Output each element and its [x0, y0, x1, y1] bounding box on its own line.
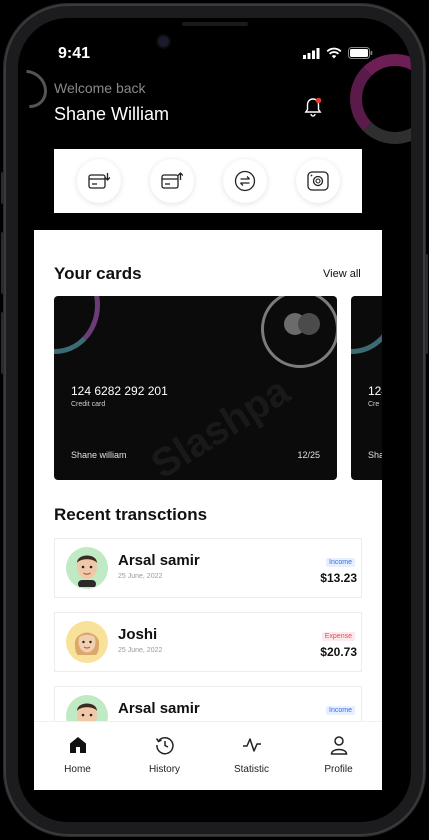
nav-home[interactable]: Home	[43, 734, 113, 775]
battery-icon	[348, 47, 373, 59]
phone-frame: 9:41 Welcome back Shane William Your car…	[4, 4, 425, 836]
notification-bell-icon[interactable]	[302, 96, 324, 118]
status-badge: Income	[326, 706, 355, 715]
avatar-memoji-icon	[74, 631, 100, 655]
profile-icon	[330, 736, 347, 755]
transaction-item[interactable]: Arsal samir 25 June, 2022 Income $13.23	[54, 538, 362, 598]
transfer-icon	[234, 170, 255, 192]
wifi-icon	[326, 47, 342, 59]
nav-label-statistic: Statistic	[233, 764, 269, 775]
nav-label-history: History	[148, 764, 181, 775]
status-icons	[303, 47, 373, 59]
bottom-nav: Home History Statistic Profile	[34, 721, 382, 787]
speaker	[182, 22, 248, 26]
transaction-name: Arsal samir	[118, 552, 200, 569]
avatar	[66, 621, 108, 663]
card-type: Credit card	[71, 401, 106, 408]
content-sheet: Your cards View all Slashpa 124 6282 292…	[34, 230, 382, 790]
avatar	[66, 547, 108, 589]
statistic-icon	[242, 738, 261, 752]
transaction-item[interactable]: Joshi 25 June, 2022 Expense $20.73	[54, 612, 362, 672]
welcome-text: Welcome back	[54, 80, 146, 96]
home-icon	[69, 737, 86, 753]
status-badge: Expense	[321, 632, 355, 641]
status-time: 9:41	[58, 45, 91, 62]
transactions-section-title: Recent transctions	[54, 505, 208, 524]
nav-label-home: Home	[64, 764, 91, 775]
status-badge: Income	[326, 558, 355, 567]
scan-button[interactable]	[295, 159, 340, 203]
credit-card-next[interactable]: 124 Cre Sha	[351, 296, 382, 480]
transaction-name: Arsal samir	[118, 700, 200, 717]
transaction-amount: $13.23	[320, 571, 357, 585]
card-number: 124 6282 292 201	[71, 384, 168, 398]
view-all-link[interactable]: View all	[323, 268, 361, 280]
transfer-button[interactable]	[222, 159, 267, 203]
cards-section-title: Your cards	[54, 264, 142, 283]
transaction-name: Joshi	[118, 626, 158, 643]
avatar-memoji-icon	[77, 555, 97, 587]
card-holder: Sha	[368, 450, 382, 460]
quick-actions	[54, 149, 362, 213]
card-holder: Shane william	[71, 450, 127, 460]
user-name: Shane William	[54, 104, 170, 124]
card-number: 124	[368, 384, 382, 398]
card-receive-icon	[87, 173, 110, 189]
card-send-icon	[160, 172, 183, 189]
nav-history[interactable]: History	[130, 734, 200, 775]
decorative-arc-left	[18, 62, 55, 116]
card-decorative-arc	[351, 296, 382, 354]
nav-label-profile: Profile	[324, 764, 353, 775]
nav-statistic[interactable]: Statistic	[217, 734, 287, 775]
transaction-date: 25 June, 2022	[118, 647, 163, 654]
camera-scan-icon	[306, 171, 329, 191]
transaction-amount: $20.73	[320, 645, 357, 659]
nav-profile[interactable]: Profile	[304, 734, 374, 775]
card-decorative-arc	[54, 296, 100, 354]
card-expiry: 12/25	[297, 450, 320, 460]
receive-money-button[interactable]	[76, 159, 121, 203]
screen: 9:41 Welcome back Shane William Your car…	[18, 18, 411, 822]
card-type: Cre	[368, 401, 380, 408]
decorative-arc-right	[350, 54, 411, 144]
history-icon	[155, 736, 174, 755]
credit-card[interactable]: Slashpa 124 6282 292 201 Credit card Sha…	[54, 296, 337, 480]
signal-icon	[303, 47, 320, 59]
notification-dot	[315, 97, 322, 104]
send-money-button[interactable]	[149, 159, 194, 203]
front-camera	[158, 36, 169, 47]
transaction-date: 25 June, 2022	[118, 573, 163, 580]
card-brand-logo-overlap	[298, 313, 320, 335]
